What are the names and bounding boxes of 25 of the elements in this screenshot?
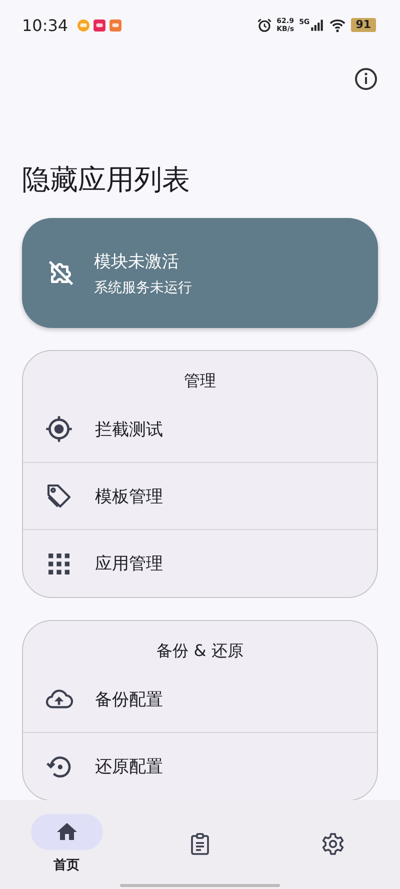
clock-time: 10:34 [22,16,68,34]
tag-icon [45,482,73,510]
crosshair-icon [45,415,73,443]
app-notification-icon [77,18,90,32]
info-icon [354,67,378,91]
module-status-card[interactable]: 模块未激活 系统服务未运行 [22,218,378,328]
menu-item[interactable]: 模板管理 [23,463,377,530]
alarm-icon [256,18,272,32]
puzzle-off-icon [46,258,76,288]
page-title: 隐藏应用列表 [22,162,191,198]
menu-item[interactable]: 还原配置 [23,733,377,800]
status-title: 模块未激活 [94,250,180,272]
signal-icon [310,18,324,32]
menu-item[interactable]: 拦截测试 [23,396,377,463]
menu-item[interactable]: 备份配置 [23,666,377,733]
app-notification-icon [93,18,106,32]
battery-level: 91 [350,18,376,32]
wifi-icon [328,16,346,34]
section-title: 备份 & 还原 [156,640,244,662]
menu-item[interactable]: 应用管理 [23,530,377,597]
app-notification-icon [109,18,122,32]
nav-tab[interactable]: 首页 [22,814,112,889]
status-subtitle: 系统服务未运行 [94,278,192,296]
section-title: 管理 [183,370,217,392]
settings-icon [321,832,346,856]
